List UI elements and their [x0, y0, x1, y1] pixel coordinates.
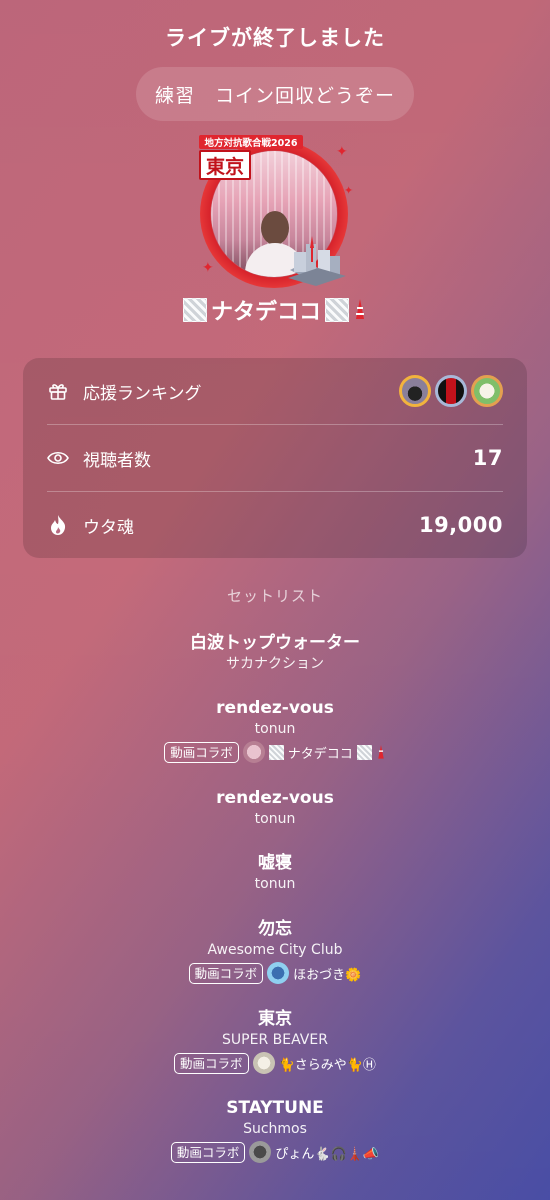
song-artist: SUPER BEAVER: [222, 1032, 328, 1048]
sparkle-icon: ✦: [202, 260, 214, 276]
song-title: rendez-vous: [216, 788, 334, 808]
setlist-item: 勿忘 Awesome City Club 動画コラボ ほおづき🌼: [0, 918, 550, 984]
event-badge: 地方対抗歌合戦2026: [199, 135, 303, 149]
sparkle-icon: ✦: [336, 144, 348, 160]
song-artist: tonun: [254, 811, 296, 827]
live-stats-card: 応援ランキング 視聴者数 17 ウタ魂 19,000: [23, 358, 527, 558]
collab-tag: 動画コラボ: [188, 962, 264, 984]
city-badge: 東京: [199, 150, 251, 180]
collab-row[interactable]: 動画コラボ ほおづき🌼: [0, 962, 550, 984]
song-title: 嘘寝: [258, 853, 292, 873]
tokyo-tower-icon: [378, 744, 384, 759]
streamer-name-row[interactable]: ナタデココ: [0, 294, 550, 326]
viewers-label: 視聴者数: [83, 450, 151, 471]
song-title: rendez-vous: [216, 698, 334, 718]
collab-tag: 動画コラボ: [164, 741, 239, 763]
flame-icon: [47, 514, 69, 536]
collab-user-name: ぴょん🐇🎧🗼📣: [275, 1146, 380, 1162]
song-title: 勿忘: [258, 919, 292, 939]
collab-user-name: ほおづき🌼: [293, 967, 362, 983]
ranking-avatar-1[interactable]: [399, 375, 431, 407]
sparkle-icon: ✦: [344, 184, 354, 197]
collab-avatar: [249, 1141, 272, 1163]
live-title-pill: 練習 コイン回収どうぞー: [136, 67, 414, 121]
support-ranking-label: 応援ランキング: [83, 383, 202, 404]
song-artist: tonun: [254, 876, 296, 892]
collab-avatar: [252, 1052, 275, 1074]
setlist-item: STAYTUNE Suchmos 動画コラボ ぴょん🐇🎧🗼📣: [0, 1097, 550, 1163]
song-title: STAYTUNE: [226, 1098, 324, 1118]
setlist-item: 白波トップウォーター サカナクション: [0, 632, 550, 674]
glitter-icon: [182, 298, 207, 322]
city-buildings-icon: [288, 236, 346, 286]
eye-icon: [47, 447, 69, 469]
streamer-avatar[interactable]: 地方対抗歌合戦2026 東京 ✦ ✦ ✦: [196, 132, 356, 292]
support-ranking-row[interactable]: 応援ランキング: [47, 358, 503, 424]
page-title: ライブが終了しました: [165, 26, 385, 50]
collab-row[interactable]: 動画コラボ ナタデココ: [0, 741, 550, 763]
setlist-title: セットリスト: [226, 587, 323, 605]
gift-icon: [47, 380, 69, 402]
uta-soul-label: ウタ魂: [83, 517, 134, 538]
tokyo-tower-icon: [356, 299, 364, 319]
glitter-icon: [356, 744, 372, 760]
viewers-value: 17: [472, 446, 503, 470]
ranking-avatar-3[interactable]: [471, 375, 503, 407]
collab-row[interactable]: 動画コラボ 🐈さらみや🐈Ⓗ: [0, 1052, 550, 1074]
song-artist: Suchmos: [243, 1121, 307, 1137]
collab-user-name: 🐈さらみや🐈Ⓗ: [278, 1057, 376, 1073]
collab-avatar: [242, 741, 265, 763]
uta-soul-value: 19,000: [418, 513, 503, 537]
setlist-item: rendez-vous tonun 動画コラボ ナタデココ: [0, 697, 550, 763]
song-artist: Awesome City Club: [207, 942, 343, 958]
collab-row[interactable]: 動画コラボ ぴょん🐇🎧🗼📣: [0, 1141, 550, 1163]
song-title: 白波トップウォーター: [190, 633, 360, 653]
song-artist: tonun: [254, 721, 296, 737]
setlist-item: rendez-vous tonun: [0, 787, 550, 829]
song-artist: サカナクション: [226, 656, 324, 672]
setlist-item: 嘘寝 tonun: [0, 852, 550, 894]
glitter-icon: [268, 744, 284, 760]
glitter-icon: [325, 298, 349, 322]
live-title: 練習 コイン回収どうぞー: [154, 84, 395, 107]
collab-user-name: ナタデココ: [287, 746, 353, 762]
collab-tag: 動画コラボ: [174, 1052, 249, 1074]
collab-tag: 動画コラボ: [170, 1141, 246, 1163]
collab-avatar: [267, 962, 290, 984]
ranking-avatar-2[interactable]: [435, 375, 467, 407]
uta-soul-row: ウタ魂 19,000: [47, 492, 503, 558]
streamer-name: ナタデココ: [210, 300, 321, 325]
ranking-avatars: [399, 375, 503, 407]
song-title: 東京: [258, 1009, 292, 1029]
setlist-item: 東京 SUPER BEAVER 動画コラボ 🐈さらみや🐈Ⓗ: [0, 1008, 550, 1074]
viewers-row: 視聴者数 17: [47, 425, 503, 491]
